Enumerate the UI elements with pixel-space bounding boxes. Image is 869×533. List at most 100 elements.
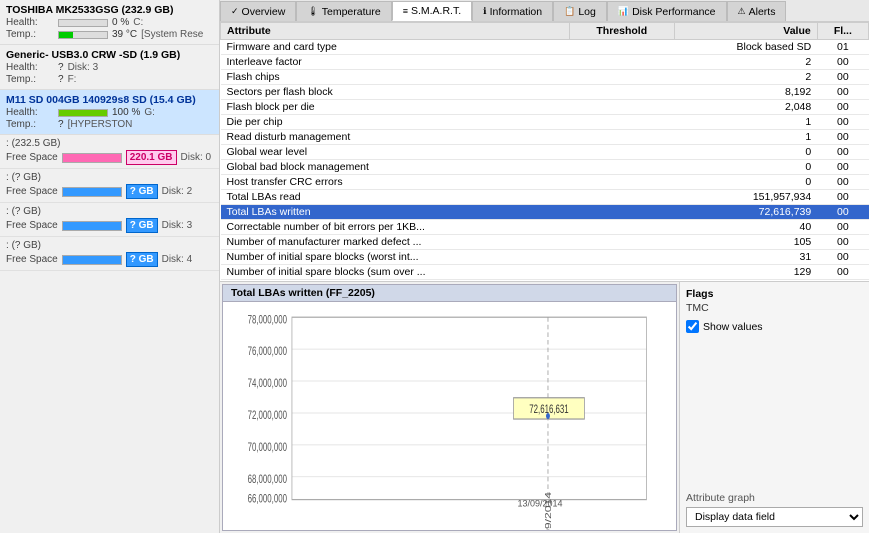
tab-disk-performance[interactable]: 📊 Disk Performance — [607, 1, 727, 21]
free-space-val-2: ? GB — [126, 218, 158, 233]
smart-table-area[interactable]: Attribute Threshold Value Fl... Firmware… — [220, 22, 869, 282]
svg-text:76,000,000: 76,000,000 — [248, 346, 288, 359]
table-row[interactable]: Total LBAs read151,957,93400 — [221, 190, 869, 205]
table-row[interactable]: Host transfer CRC errors 000 — [221, 175, 869, 190]
temp-bar-bg-1 — [58, 31, 108, 39]
device-health-row-3: Health: 100 % G: — [6, 107, 213, 118]
cell-value-7: 0 — [674, 145, 817, 160]
disk-label-c-1: C: — [133, 17, 143, 28]
cell-attribute-0: Firmware and card type — [221, 40, 570, 55]
table-row[interactable]: Number of manufacturer marked defect ...… — [221, 235, 869, 250]
smart-icon: ≡ — [403, 6, 408, 16]
cell-threshold-14 — [569, 250, 674, 265]
alerts-icon: ⚠ — [738, 6, 746, 17]
table-row[interactable]: Flash chips200 — [221, 70, 869, 85]
disk-space-label-2: : (? GB) — [6, 206, 213, 217]
show-values-checkbox[interactable] — [686, 320, 699, 333]
cell-attribute-2: Flash chips — [221, 70, 570, 85]
cell-threshold-10 — [569, 190, 674, 205]
cell-flags-3: 00 — [817, 85, 868, 100]
table-row[interactable]: Firmware and card typeBlock based SD01 — [221, 40, 869, 55]
device-health-row-1: Health: 0 % C: — [6, 17, 213, 28]
health-value-1: 0 % — [112, 17, 129, 28]
cell-value-13: 105 — [674, 235, 817, 250]
tab-disk-performance-label: Disk Performance — [632, 6, 715, 18]
tabs-bar: ✓ Overview 🌡 Temperature ≡ S.M.A.R.T. ℹ … — [220, 0, 869, 22]
free-space-bar-1 — [62, 187, 122, 197]
attribute-graph-label: Attribute graph — [686, 492, 863, 504]
cell-threshold-8 — [569, 160, 674, 175]
cell-threshold-5 — [569, 115, 674, 130]
cell-value-9: 0 — [674, 175, 817, 190]
table-row[interactable]: Number of initial spare blocks (worst in… — [221, 250, 869, 265]
tab-overview[interactable]: ✓ Overview — [220, 1, 296, 21]
disk-space-item-2: : (? GB) Free Space ? GB Disk: 3 — [0, 203, 219, 237]
system-label-1: [System Rese — [141, 29, 203, 40]
table-row[interactable]: Global wear level000 — [221, 145, 869, 160]
information-icon: ℹ — [483, 6, 486, 17]
g-label-3: G: — [144, 107, 155, 118]
device-item-3[interactable]: M11 SD 004GB 140929s8 SD (15.4 GB) Healt… — [0, 90, 219, 135]
health-label-3: Health: — [6, 107, 54, 118]
table-row[interactable]: Correctable number of bit errors per 1KB… — [221, 220, 869, 235]
tab-information[interactable]: ℹ Information — [472, 1, 553, 21]
tab-temperature[interactable]: 🌡 Temperature — [296, 1, 391, 21]
table-row[interactable]: Sectors per flash block8,19200 — [221, 85, 869, 100]
svg-text:66,000,000: 66,000,000 — [248, 493, 288, 506]
cell-flags-9: 00 — [817, 175, 868, 190]
table-row[interactable]: Die per chip100 — [221, 115, 869, 130]
cell-flags-14: 00 — [817, 250, 868, 265]
tab-log[interactable]: 📋 Log — [553, 1, 607, 21]
svg-text:78,000,000: 78,000,000 — [248, 314, 288, 327]
device-temp-row-2: Temp.: ? F: — [6, 74, 213, 85]
smart-table: Attribute Threshold Value Fl... Firmware… — [220, 22, 869, 282]
cell-value-11: 72,616,739 — [674, 205, 817, 220]
cell-threshold-11 — [569, 205, 674, 220]
tab-information-label: Information — [490, 6, 543, 18]
health-label-1: Health: — [6, 17, 54, 28]
table-row[interactable]: Global bad block management000 — [221, 160, 869, 175]
tab-smart[interactable]: ≡ S.M.A.R.T. — [392, 1, 472, 21]
cell-attribute-12: Correctable number of bit errors per 1KB… — [221, 220, 570, 235]
table-row[interactable]: Interleave factor200 — [221, 55, 869, 70]
temp-value-2: ? — [58, 74, 64, 85]
chart-container: Total LBAs written (FF_2205) 78,000,000 … — [220, 282, 679, 533]
table-row[interactable]: Flash block per die2,04800 — [221, 100, 869, 115]
table-row[interactable]: Total LBAs written72,616,73900 — [221, 205, 869, 220]
cell-attribute-14: Number of initial spare blocks (worst in… — [221, 250, 570, 265]
table-row[interactable]: Read disturb management100 — [221, 130, 869, 145]
tab-alerts[interactable]: ⚠ Alerts — [727, 1, 787, 21]
free-space-val-0: 220.1 GB — [126, 150, 177, 165]
device-item-1[interactable]: TOSHIBA MK2533GSG (232.9 GB) Health: 0 %… — [0, 0, 219, 45]
chart-svg: 78,000,000 76,000,000 74,000,000 72,000,… — [223, 302, 676, 530]
cell-flags-1: 00 — [817, 55, 868, 70]
tab-log-label: Log — [578, 6, 596, 18]
health-bar-bg-3 — [58, 109, 108, 117]
show-values-row[interactable]: Show values — [686, 320, 863, 333]
display-field-select[interactable]: Display data field Raw value Normalized … — [686, 507, 863, 527]
flags-section: Flags TMC — [686, 288, 863, 314]
free-space-bar-3 — [62, 255, 122, 265]
cell-attribute-10: Total LBAs read — [221, 190, 570, 205]
cell-attribute-9: Host transfer CRC errors — [221, 175, 570, 190]
cell-threshold-4 — [569, 100, 674, 115]
cell-attribute-13: Number of manufacturer marked defect ... — [221, 235, 570, 250]
disk-space-item-3: : (? GB) Free Space ? GB Disk: 4 — [0, 237, 219, 271]
disk-space-label-0: : (232.5 GB) — [6, 138, 213, 149]
table-body: Firmware and card typeBlock based SD01In… — [221, 40, 869, 283]
svg-text:13/09/2014: 13/09/2014 — [545, 492, 553, 530]
temp-label-2: Temp.: — [6, 74, 54, 85]
health-value-2: ? — [58, 62, 64, 73]
cell-attribute-6: Read disturb management — [221, 130, 570, 145]
disk-id-2: Disk: 3 — [162, 220, 193, 231]
tab-temperature-label: Temperature — [322, 6, 381, 18]
cell-flags-0: 01 — [817, 40, 868, 55]
cell-threshold-3 — [569, 85, 674, 100]
health-bar-bg-1 — [58, 19, 108, 27]
device-item-2[interactable]: Generic- USB3.0 CRW -SD (1.9 GB) Health:… — [0, 45, 219, 90]
cell-threshold-2 — [569, 70, 674, 85]
health-bar-fill-3 — [59, 110, 107, 116]
table-row[interactable]: Number of initial spare blocks (sum over… — [221, 265, 869, 280]
cell-value-8: 0 — [674, 160, 817, 175]
free-space-val-1: ? GB — [126, 184, 158, 199]
